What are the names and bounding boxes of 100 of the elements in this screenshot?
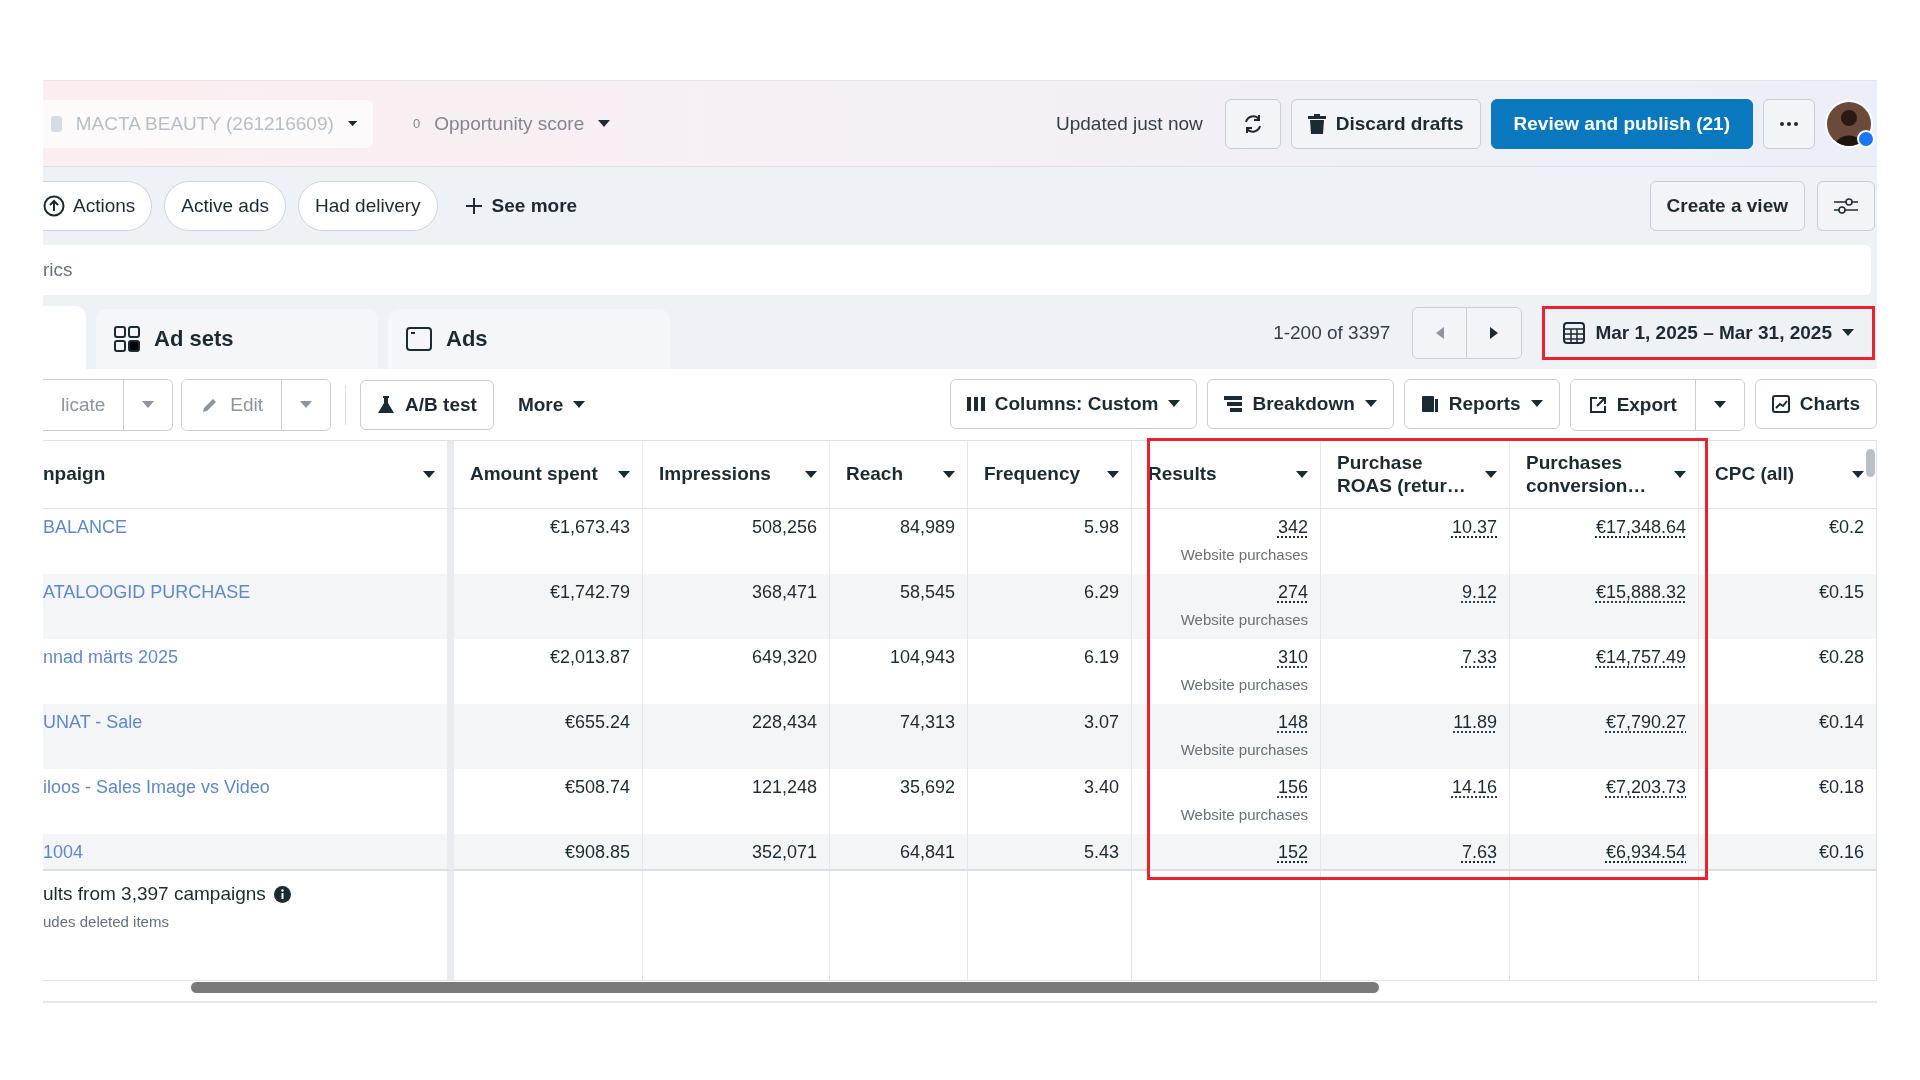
discard-drafts-button[interactable]: Discard drafts: [1290, 98, 1481, 149]
caret-icon: [805, 470, 817, 479]
table-cell: 11.89: [1321, 704, 1510, 769]
table-cell: €908.85: [454, 834, 643, 871]
chart-icon: [1771, 394, 1790, 413]
scrollbar[interactable]: [191, 981, 1379, 993]
column-header[interactable]: Impressions: [643, 441, 830, 509]
export-icon: [1588, 395, 1607, 414]
tab[interactable]: Ads: [388, 309, 670, 369]
table-cell: 3.07: [968, 704, 1132, 769]
table-cell: 6.29: [968, 574, 1132, 639]
avatar[interactable]: [1825, 99, 1873, 148]
info-icon: [273, 885, 291, 903]
column-header[interactable]: Purchases conversion…: [1510, 441, 1699, 509]
next-page-button[interactable]: [1467, 307, 1522, 358]
caret-icon: [1713, 400, 1726, 409]
column-header[interactable]: npaign: [43, 441, 454, 509]
more-icon: [1780, 121, 1798, 126]
sliders-icon: [1834, 196, 1858, 215]
table-cell: €1,742.79: [454, 574, 643, 639]
refresh-button[interactable]: [1224, 98, 1281, 149]
caret-icon: [142, 400, 155, 409]
table-cell: €7,790.27: [1510, 704, 1699, 769]
table-cell: €0.15: [1699, 574, 1877, 639]
toolbar-button[interactable]: A/B test: [360, 379, 494, 430]
caret-icon: [1364, 399, 1377, 408]
settings-button[interactable]: [1817, 180, 1875, 231]
pagination-count: 1-200 of 3397: [1273, 321, 1391, 344]
footer-note: udes deleted items: [43, 913, 170, 930]
review-publish-button[interactable]: Review and publish (21): [1490, 98, 1753, 149]
table-cell: 274 Website purchases: [1132, 574, 1321, 639]
report-icon: [1420, 394, 1439, 413]
table-cell: €15,888.32: [1510, 574, 1699, 639]
caret-icon: [1530, 399, 1543, 408]
flask-icon: [377, 394, 396, 415]
table-cell: €0.16: [1699, 834, 1877, 871]
table-cell: 58,545: [830, 574, 968, 639]
caret-icon: [300, 400, 313, 409]
scrollbar[interactable]: [1866, 449, 1875, 477]
dropdown-button[interactable]: [1694, 379, 1744, 430]
column-header[interactable]: Purchase ROAS (retur…: [1321, 441, 1510, 509]
previous-page-button[interactable]: [1413, 307, 1468, 358]
column-header[interactable]: Frequency: [968, 441, 1132, 509]
column-header[interactable]: Results: [1132, 441, 1321, 509]
table-cell: 152: [1132, 834, 1321, 871]
table-cell: 352,071: [643, 834, 830, 871]
results-summary: ults from 3,397 campaigns: [43, 883, 266, 905]
caret-icon: [1852, 470, 1864, 479]
table-cell: 7.63: [1321, 834, 1510, 871]
toolbar-button[interactable]: Charts: [1754, 378, 1877, 429]
column-header[interactable]: Reach: [830, 441, 968, 509]
breakdown-icon: [1224, 395, 1243, 412]
table-cell: 368,471: [643, 574, 830, 639]
grid-icon: [114, 326, 140, 352]
toolbar-menu-button[interactable]: Reports: [1403, 378, 1560, 429]
table-cell: €0.14: [1699, 704, 1877, 769]
create-view-button[interactable]: Create a view: [1649, 180, 1805, 231]
table-cell: 5.43: [968, 834, 1132, 871]
search-field[interactable]: rics: [43, 245, 1871, 295]
more-menu-button[interactable]: More: [501, 379, 602, 430]
left-triangle-icon: [1435, 326, 1444, 339]
table-cell: 64,841: [830, 834, 968, 871]
table-cell: 74,313: [830, 704, 968, 769]
update-status: Updated just now: [1055, 112, 1203, 135]
window-icon: [406, 327, 432, 351]
caret-icon: [423, 470, 435, 479]
caret-icon: [1674, 470, 1686, 479]
dropdown-button[interactable]: [123, 379, 173, 430]
caret-icon: [347, 119, 357, 128]
filter-chip[interactable]: Had delivery: [297, 180, 438, 231]
toolbar-menu-button[interactable]: Breakdown: [1207, 378, 1394, 429]
toolbar-menu-button[interactable]: Columns: Custom: [949, 378, 1198, 429]
filter-chip[interactable]: Actions: [43, 180, 153, 231]
upload-icon: [43, 194, 65, 217]
right-triangle-icon: [1490, 326, 1499, 339]
caret-icon: [1296, 470, 1308, 479]
caret-icon: [573, 400, 586, 409]
caret-icon: [1107, 470, 1119, 479]
see-more-button[interactable]: See more: [449, 194, 594, 217]
table-cell: €655.24: [454, 704, 643, 769]
plus-icon: [465, 197, 482, 214]
filter-chip[interactable]: Active ads: [164, 180, 286, 231]
caret-icon: [1485, 470, 1497, 479]
more-options-button[interactable]: [1763, 98, 1815, 149]
caret-icon: [1842, 328, 1854, 337]
caret-icon: [1168, 399, 1181, 408]
column-header[interactable]: Amount spent: [454, 441, 643, 509]
trash-icon: [1307, 113, 1326, 134]
columns-icon: [966, 395, 985, 412]
calendar-icon: [1563, 321, 1586, 344]
dropdown-button[interactable]: [281, 379, 331, 430]
table-cell: €6,934.54: [1510, 834, 1699, 871]
table-cell: 148 Website purchases: [1132, 704, 1321, 769]
table-cell: 9.12: [1321, 574, 1510, 639]
opportunity-score: 0: [413, 116, 421, 131]
tab[interactable]: Ad sets: [96, 309, 378, 369]
caret-icon: [943, 470, 955, 479]
account-icon: [51, 115, 62, 132]
caret-icon: [598, 119, 611, 128]
caret-icon: [618, 470, 630, 479]
